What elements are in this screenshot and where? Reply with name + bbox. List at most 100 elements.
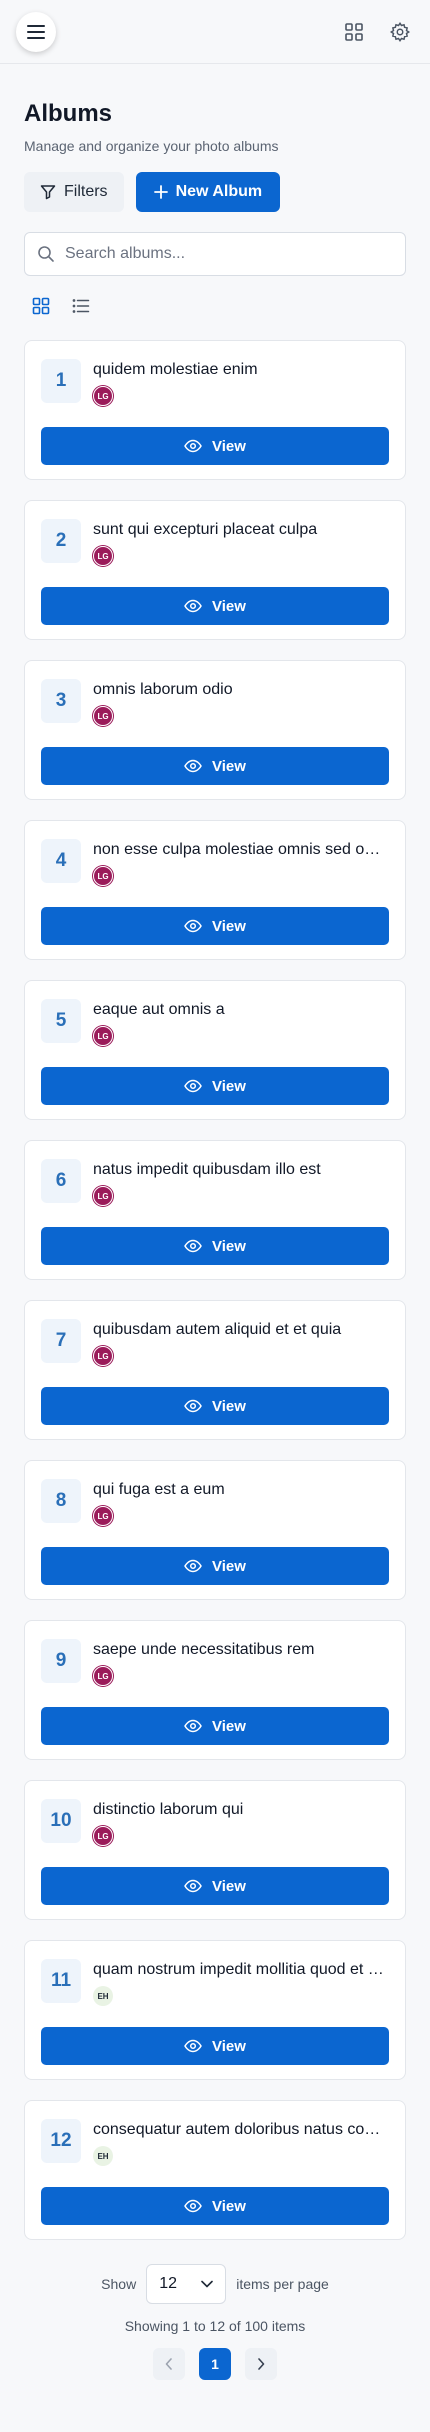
search-input[interactable] — [65, 245, 393, 263]
eye-icon — [184, 759, 202, 773]
album-card-header: 8 qui fuga est a eum LG — [41, 1477, 389, 1527]
grid-icon — [345, 22, 363, 41]
album-card[interactable]: 12 consequatur autem doloribus natus cons… — [24, 2100, 406, 2240]
list-view-button[interactable] — [72, 297, 90, 320]
album-card[interactable]: 9 saepe unde necessitatibus rem LG View — [24, 1620, 406, 1760]
owner-avatar: LG — [93, 386, 113, 406]
view-album-button[interactable]: View — [41, 1707, 389, 1745]
album-card-header: 4 non esse culpa molestiae omnis sed opti… — [41, 837, 389, 887]
album-number: 7 — [41, 1319, 81, 1363]
chevron-right-icon — [258, 2358, 265, 2370]
eye-icon — [184, 439, 202, 453]
view-album-button[interactable]: View — [41, 747, 389, 785]
view-album-button[interactable]: View — [41, 907, 389, 945]
album-info: quam nostrum impedit mollitia quod et do… — [93, 1957, 389, 2007]
album-title: quidem molestiae enim — [93, 361, 258, 378]
album-title: qui fuga est a eum — [93, 1481, 225, 1498]
page-title: Albums — [24, 100, 113, 127]
eye-icon — [184, 1559, 202, 1573]
album-title: consequatur autem doloribus natus consec… — [93, 2121, 389, 2138]
showing-summary: Showing 1 to 12 of 100 items — [124, 2318, 306, 2334]
view-album-button[interactable]: View — [41, 1387, 389, 1425]
album-card-header: 11 quam nostrum impedit mollitia quod et … — [41, 1957, 389, 2007]
eye-icon — [184, 1719, 202, 1733]
album-card-header: 9 saepe unde necessitatibus rem LG — [41, 1637, 389, 1687]
chevron-down-icon — [201, 2280, 214, 2288]
view-album-button[interactable]: View — [41, 2187, 389, 2225]
album-card[interactable]: 3 omnis laborum odio LG View — [24, 660, 406, 800]
hamburger-menu-icon — [27, 24, 45, 39]
owner-avatar: LG — [93, 1346, 113, 1366]
view-album-button[interactable]: View — [41, 1227, 389, 1265]
eye-icon — [184, 2199, 202, 2213]
album-card[interactable]: 1 quidem molestiae enim LG View — [24, 340, 406, 480]
main-content: Albums Manage and organize your photo al… — [0, 100, 430, 2380]
album-title: quibusdam autem aliquid et et quia — [93, 1321, 342, 1338]
album-card-header: 1 quidem molestiae enim LG — [41, 357, 389, 407]
album-card[interactable]: 4 non esse culpa molestiae omnis sed opti… — [24, 820, 406, 960]
album-card[interactable]: 2 sunt qui excepturi placeat culpa LG View — [24, 500, 406, 640]
album-number: 8 — [41, 1479, 81, 1523]
prev-page-button[interactable] — [153, 2348, 185, 2380]
apps-button[interactable] — [338, 16, 370, 48]
view-label: View — [212, 1877, 246, 1895]
album-info: omnis laborum odio LG — [93, 677, 389, 727]
view-album-button[interactable]: View — [41, 587, 389, 625]
eye-icon — [184, 2039, 202, 2053]
page-button-current[interactable]: 1 — [199, 2348, 231, 2380]
view-label: View — [212, 1557, 246, 1575]
album-card[interactable]: 5 eaque aut omnis a LG View — [24, 980, 406, 1120]
album-card[interactable]: 8 qui fuga est a eum LG View — [24, 1460, 406, 1600]
album-number: 6 — [41, 1159, 81, 1203]
album-info: eaque aut omnis a LG — [93, 997, 389, 1047]
top-bar — [0, 0, 430, 64]
album-title: natus impedit quibusdam illo est — [93, 1161, 321, 1178]
view-label: View — [212, 437, 246, 455]
album-card[interactable]: 10 distinctio laborum qui LG View — [24, 1780, 406, 1920]
album-card[interactable]: 6 natus impedit quibusdam illo est LG View — [24, 1140, 406, 1280]
menu-button[interactable] — [16, 11, 56, 52]
show-label: Show — [101, 2276, 137, 2292]
album-title: sunt qui excepturi placeat culpa — [93, 521, 318, 538]
album-title: eaque aut omnis a — [93, 1001, 225, 1018]
album-title: saepe unde necessitatibus rem — [93, 1641, 315, 1658]
view-label: View — [212, 1237, 246, 1255]
view-toggle — [24, 294, 406, 322]
album-title: quam nostrum impedit mollitia quod et do… — [93, 1961, 389, 1978]
album-number: 3 — [41, 679, 81, 723]
chevron-left-icon — [165, 2358, 172, 2370]
view-label: View — [212, 597, 246, 615]
view-label: View — [212, 1397, 246, 1415]
settings-button[interactable] — [384, 16, 416, 48]
view-album-button[interactable]: View — [41, 2027, 389, 2065]
filters-button[interactable]: Filters — [24, 172, 124, 212]
owner-avatar: LG — [93, 546, 113, 566]
album-card-header: 6 natus impedit quibusdam illo est LG — [41, 1157, 389, 1207]
new-album-label: New Album — [175, 183, 263, 200]
plus-icon — [153, 185, 168, 199]
eye-icon — [184, 1879, 202, 1893]
per-page-select[interactable]: 12 — [146, 2264, 227, 2304]
view-label: View — [212, 1077, 246, 1095]
album-info: sunt qui excepturi placeat culpa LG — [93, 517, 389, 567]
album-number: 4 — [41, 839, 81, 883]
view-album-button[interactable]: View — [41, 1547, 389, 1585]
eye-icon — [184, 1399, 202, 1413]
view-label: View — [212, 757, 246, 775]
album-card[interactable]: 7 quibusdam autem aliquid et et quia LG Vie… — [24, 1300, 406, 1440]
album-title: omnis laborum odio — [93, 681, 233, 698]
album-card[interactable]: 11 quam nostrum impedit mollitia quod et … — [24, 1940, 406, 2080]
grid-view-button[interactable] — [32, 297, 50, 320]
top-right-actions — [338, 16, 416, 48]
view-album-button[interactable]: View — [41, 1067, 389, 1105]
view-label: View — [212, 2197, 246, 2215]
view-album-button[interactable]: View — [41, 427, 389, 465]
next-page-button[interactable] — [245, 2348, 277, 2380]
per-page-suffix: items per page — [236, 2276, 329, 2292]
album-info: qui fuga est a eum LG — [93, 1477, 389, 1527]
view-album-button[interactable]: View — [41, 1867, 389, 1905]
album-number: 12 — [41, 2119, 81, 2163]
album-card-header: 5 eaque aut omnis a LG — [41, 997, 389, 1047]
album-number: 5 — [41, 999, 81, 1043]
new-album-button[interactable]: New Album — [135, 172, 281, 212]
